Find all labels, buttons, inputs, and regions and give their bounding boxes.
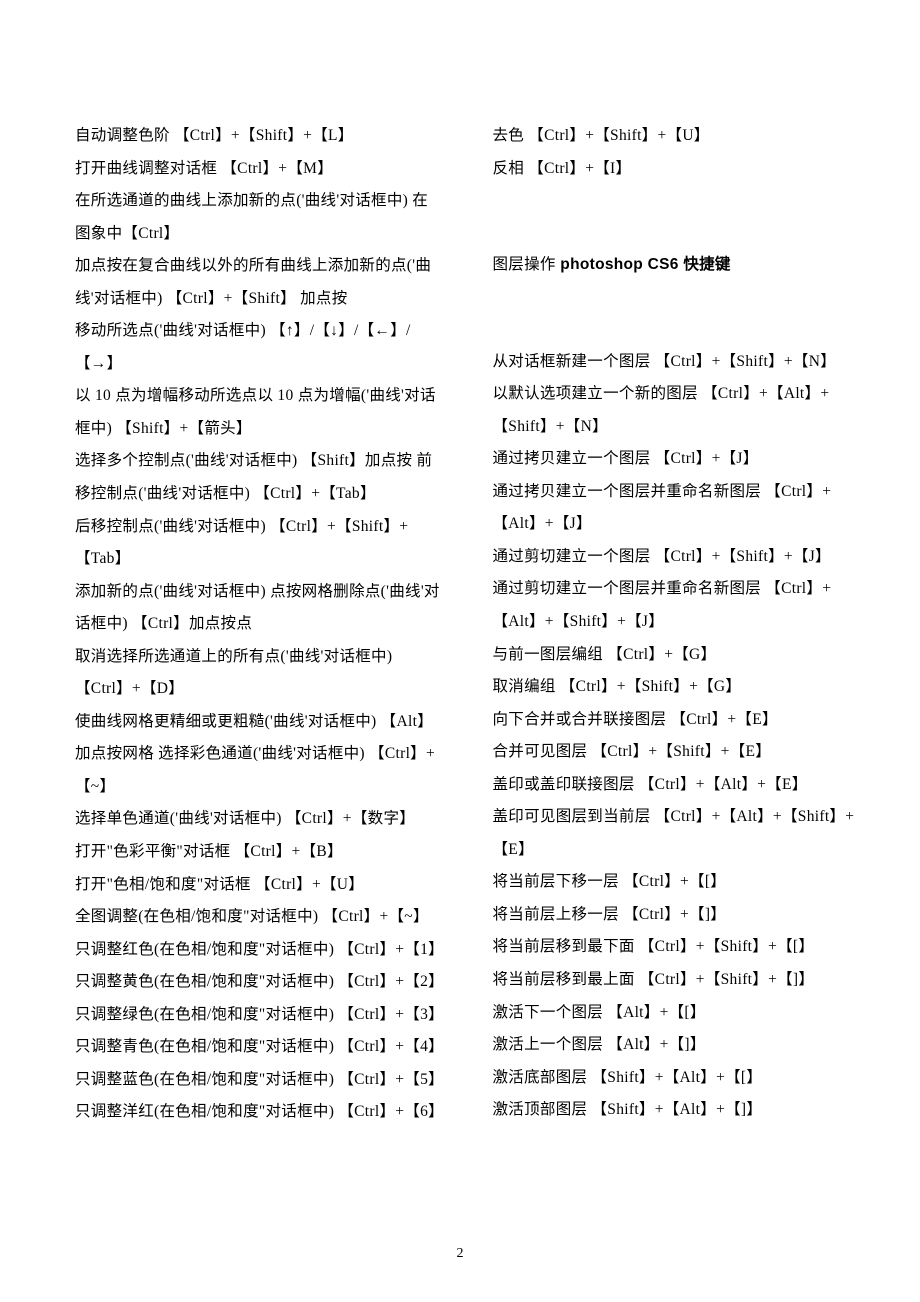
shortcut-line: 只调整红色(在色相/饱和度"对话框中) 【Ctrl】+【1】: [75, 934, 443, 967]
shortcut-line: 在所选通道的曲线上添加新的点('曲线'对话框中) 在图象中【Ctrl】: [75, 185, 443, 250]
heading-prefix: 图层操作: [493, 256, 556, 273]
right-column: 去色 【Ctrl】+【Shift】+【U】 反相 【Ctrl】+【I】 图层操作…: [493, 120, 861, 1129]
shortcut-line: 与前一图层编组 【Ctrl】+【G】: [493, 639, 861, 672]
shortcut-line: 选择单色通道('曲线'对话框中) 【Ctrl】+【数字】: [75, 803, 443, 836]
document-page: 自动调整色阶 【Ctrl】+【Shift】+【L】 打开曲线调整对话框 【Ctr…: [0, 0, 920, 1302]
shortcut-line: 将当前层移到最下面 【Ctrl】+【Shift】+【[】: [493, 931, 861, 964]
shortcut-line: 打开"色彩平衡"对话框 【Ctrl】+【B】: [75, 836, 443, 869]
shortcut-line: 加点按在复合曲线以外的所有曲线上添加新的点('曲线'对话框中) 【Ctrl】+【…: [75, 250, 443, 315]
shortcut-line: 移动所选点('曲线'对话框中) 【↑】/【↓】/【←】/【→】: [75, 315, 443, 380]
heading-bold: photoshop CS6 快捷键: [556, 256, 731, 273]
section-spacer: [493, 185, 861, 249]
page-number: 2: [0, 1246, 920, 1262]
shortcut-line: 从对话框新建一个图层 【Ctrl】+【Shift】+【N】: [493, 346, 861, 379]
shortcut-line: 打开曲线调整对话框 【Ctrl】+【M】: [75, 153, 443, 186]
shortcut-line: 去色 【Ctrl】+【Shift】+【U】: [493, 120, 861, 153]
shortcut-line: 激活上一个图层 【Alt】+【]】: [493, 1029, 861, 1062]
shortcut-line: 打开"色相/饱和度"对话框 【Ctrl】+【U】: [75, 869, 443, 902]
shortcut-line: 盖印可见图层到当前层 【Ctrl】+【Alt】+【Shift】+【E】: [493, 801, 861, 866]
shortcut-line: 选择多个控制点('曲线'对话框中) 【Shift】加点按 前移控制点('曲线'对…: [75, 445, 443, 510]
shortcut-line: 以 10 点为增幅移动所选点以 10 点为增幅('曲线'对话框中) 【Shift…: [75, 380, 443, 445]
shortcut-line: 合并可见图层 【Ctrl】+【Shift】+【E】: [493, 736, 861, 769]
shortcut-line: 通过拷贝建立一个图层 【Ctrl】+【J】: [493, 443, 861, 476]
shortcut-line: 只调整绿色(在色相/饱和度"对话框中) 【Ctrl】+【3】: [75, 999, 443, 1032]
shortcut-line: 通过剪切建立一个图层并重命名新图层 【Ctrl】+【Alt】+【Shift】+【…: [493, 573, 861, 638]
shortcut-line: 通过拷贝建立一个图层并重命名新图层 【Ctrl】+【Alt】+【J】: [493, 476, 861, 541]
shortcut-line: 添加新的点('曲线'对话框中) 点按网格删除点('曲线'对话框中) 【Ctrl】…: [75, 576, 443, 641]
shortcut-line: 将当前层移到最上面 【Ctrl】+【Shift】+【]】: [493, 964, 861, 997]
shortcut-line: 盖印或盖印联接图层 【Ctrl】+【Alt】+【E】: [493, 769, 861, 802]
shortcut-line: 以默认选项建立一个新的图层 【Ctrl】+【Alt】+【Shift】+【N】: [493, 378, 861, 443]
shortcut-line: 将当前层上移一层 【Ctrl】+【]】: [493, 899, 861, 932]
shortcut-line: 使曲线网格更精细或更粗糙('曲线'对话框中) 【Alt】加点按网格 选择彩色通道…: [75, 706, 443, 804]
column-container: 自动调整色阶 【Ctrl】+【Shift】+【L】 打开曲线调整对话框 【Ctr…: [75, 120, 860, 1129]
left-column: 自动调整色阶 【Ctrl】+【Shift】+【L】 打开曲线调整对话框 【Ctr…: [75, 120, 443, 1129]
shortcut-line: 只调整洋红(在色相/饱和度"对话框中) 【Ctrl】+【6】: [75, 1096, 443, 1129]
shortcut-line: 向下合并或合并联接图层 【Ctrl】+【E】: [493, 704, 861, 737]
shortcut-line: 自动调整色阶 【Ctrl】+【Shift】+【L】: [75, 120, 443, 153]
shortcut-line: 通过剪切建立一个图层 【Ctrl】+【Shift】+【J】: [493, 541, 861, 574]
shortcut-line: 激活顶部图层 【Shift】+【Alt】+【]】: [493, 1094, 861, 1127]
shortcut-line: 将当前层下移一层 【Ctrl】+【[】: [493, 866, 861, 899]
section-heading: 图层操作 photoshop CS6 快捷键: [493, 249, 861, 282]
shortcut-line: 反相 【Ctrl】+【I】: [493, 153, 861, 186]
shortcut-line: 全图调整(在色相/饱和度"对话框中) 【Ctrl】+【~】: [75, 901, 443, 934]
shortcut-line: 后移控制点('曲线'对话框中) 【Ctrl】+【Shift】+【Tab】: [75, 511, 443, 576]
shortcut-line: 取消选择所选通道上的所有点('曲线'对话框中) 【Ctrl】+【D】: [75, 641, 443, 706]
section-spacer: [493, 282, 861, 346]
shortcut-line: 激活下一个图层 【Alt】+【[】: [493, 997, 861, 1030]
shortcut-line: 只调整青色(在色相/饱和度"对话框中) 【Ctrl】+【4】: [75, 1031, 443, 1064]
shortcut-line: 只调整蓝色(在色相/饱和度"对话框中) 【Ctrl】+【5】: [75, 1064, 443, 1097]
shortcut-line: 激活底部图层 【Shift】+【Alt】+【[】: [493, 1062, 861, 1095]
shortcut-line: 取消编组 【Ctrl】+【Shift】+【G】: [493, 671, 861, 704]
shortcut-line: 只调整黄色(在色相/饱和度"对话框中) 【Ctrl】+【2】: [75, 966, 443, 999]
